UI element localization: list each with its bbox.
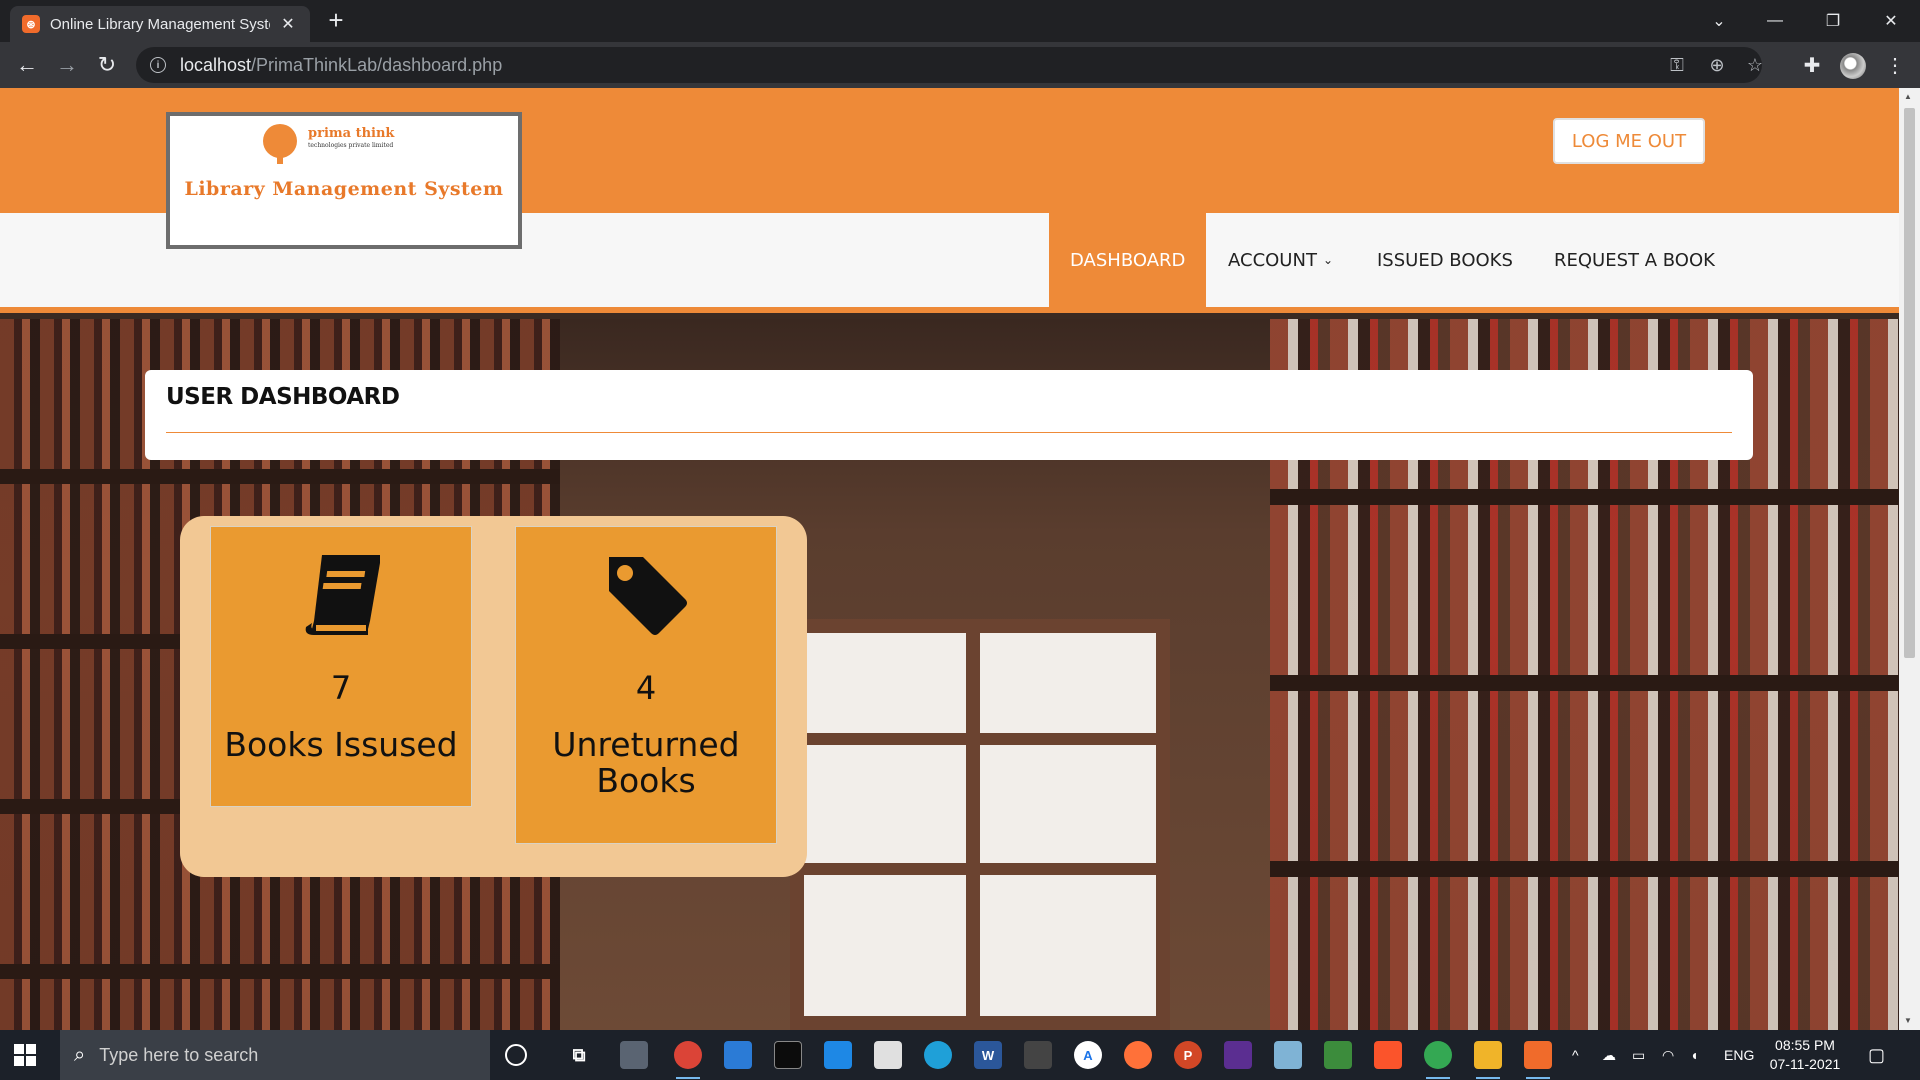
nav-dashboard-label: DASHBOARD [1070,249,1186,271]
book-icon [211,551,471,637]
address-bar[interactable]: i localhost/PrimaThinkLab/dashboard.php … [136,47,1763,83]
nav-issued-books-label: ISSUED BOOKS [1377,249,1513,271]
taskbar-search-placeholder: Type here to search [99,1044,259,1065]
nav-issued-books[interactable]: ISSUED BOOKS [1356,213,1534,307]
notifications-icon[interactable]: ▢ [1868,1030,1885,1080]
tab-title: Online Library Management System [50,15,270,33]
nav-request-book-label: REQUEST A BOOK [1554,249,1715,271]
nav-account[interactable]: ACCOUNT ⌄ [1207,213,1354,307]
scroll-thumb[interactable] [1904,108,1915,658]
browser-tab-bar: ⊛ Online Library Management System ✕ + ⌄… [0,0,1920,42]
nav-account-label: ACCOUNT [1228,249,1317,271]
vscode-icon[interactable] [824,1041,852,1069]
stat-card-books-issued[interactable]: 7 Books Issused [210,526,472,807]
brave-icon[interactable] [1374,1041,1402,1069]
unreturned-books-count: 4 [635,669,657,707]
books-issued-count: 7 [330,669,352,707]
taskbar-clock[interactable]: 08:55 PM 07-11-2021 [1760,1036,1850,1074]
forward-button[interactable]: → [52,50,82,80]
books-issued-label: Books Issused [224,725,458,764]
search-icon: ⌕ [74,1043,86,1066]
terminal-icon[interactable] [774,1041,802,1069]
laptop-app-icon[interactable] [724,1041,752,1069]
tab-search-icon[interactable]: ⌄ [1696,0,1742,42]
camera-icon[interactable] [1024,1041,1052,1069]
cortana-icon[interactable] [505,1044,527,1066]
logo-title: Library Management System [184,178,504,200]
stat-card-unreturned-books[interactable]: 4 Unreturned Books [515,526,777,844]
tag-icon [516,551,776,637]
xampp-taskbar-icon[interactable] [1524,1041,1552,1079]
unreturned-books-label: Unreturned Books [552,725,740,800]
chrome-icon[interactable] [674,1041,702,1079]
browser-tab[interactable]: ⊛ Online Library Management System ✕ [10,6,310,42]
onedrive-icon[interactable]: ☁ [1602,1030,1616,1080]
app-icon[interactable] [1274,1041,1302,1069]
page-title: USER DASHBOARD [166,384,400,410]
url-host: localhost [180,54,252,75]
dashboard-header-card: USER DASHBOARD [145,370,1753,460]
minimize-button[interactable]: — [1752,0,1798,42]
stats-panel: 7 Books Issused 4 Unreturned Books [180,516,807,877]
shop-window [790,619,1170,1030]
language-indicator[interactable]: ENG [1724,1030,1754,1080]
chrome-profile-icon[interactable] [1424,1041,1452,1079]
restore-button[interactable]: ❐ [1810,0,1856,42]
site-info-icon[interactable]: i [150,57,166,73]
nav-request-book[interactable]: REQUEST A BOOK [1533,213,1736,307]
notepad-icon[interactable] [874,1041,902,1069]
logo-brand: prima think [308,126,395,141]
extensions-icon[interactable]: ✚ [1797,50,1827,80]
taskbar-search-box[interactable]: ⌕ Type here to search [60,1030,490,1080]
app-circle-icon[interactable]: A [1074,1041,1102,1069]
lightbulb-icon [263,124,297,164]
spreadsheet-icon[interactable] [1324,1041,1352,1069]
nav-dashboard[interactable]: DASHBOARD [1049,213,1207,307]
edge-icon[interactable] [924,1041,952,1069]
close-tab-icon[interactable]: ✕ [278,14,298,34]
zoom-icon[interactable]: ⊕ [1706,55,1728,76]
xampp-icon: ⊛ [22,15,40,33]
wifi-icon[interactable]: ◠ [1662,1030,1674,1080]
battery-icon[interactable]: ▭ [1632,1030,1645,1080]
volume-icon[interactable]: ◖ [1690,1030,1698,1080]
logout-button[interactable]: LOG ME OUT [1553,118,1705,164]
close-window-button[interactable]: ✕ [1868,0,1914,42]
back-button[interactable]: ← [12,50,42,80]
task-view-icon[interactable]: ⧉ [565,1041,593,1069]
browser-toolbar: ← → ↻ i localhost/PrimaThinkLab/dashboar… [0,42,1920,88]
site-logo[interactable]: prima think technologies private limited… [166,112,522,249]
clock-time: 08:55 PM [1775,1037,1835,1053]
amazon-music-icon[interactable] [1224,1041,1252,1069]
file-explorer-icon[interactable] [1474,1041,1502,1079]
firefox-icon[interactable] [1124,1041,1152,1069]
clock-date: 07-11-2021 [1769,1056,1841,1072]
powerpoint-icon[interactable]: P [1174,1041,1202,1069]
key-icon[interactable]: ⚿ [1666,55,1688,76]
scroll-down-icon[interactable]: ▼ [1904,1016,1912,1025]
sql-app-icon[interactable] [620,1041,648,1069]
url-path: /PrimaThinkLab/dashboard.php [251,54,503,75]
word-icon[interactable]: W [974,1041,1002,1069]
windows-start-icon[interactable] [14,1044,36,1066]
menu-icon[interactable]: ⋮ [1880,50,1910,80]
web-page: prima think technologies private limited… [0,88,1899,1030]
new-tab-button[interactable]: + [318,6,354,36]
title-divider [166,432,1732,433]
tray-chevron-icon[interactable]: ^ [1572,1030,1579,1080]
logo-brand-sub: technologies private limited [308,142,394,149]
bookmark-star-icon[interactable]: ☆ [1744,55,1766,76]
windows-taskbar: ⌕ Type here to search ⧉ W A P ^ ☁ ▭ ◠ ◖ … [0,1030,1920,1080]
reload-button[interactable]: ↻ [92,50,122,80]
chevron-down-icon: ⌄ [1322,253,1333,267]
page-scrollbar[interactable]: ▲ ▼ [1899,88,1920,1030]
scroll-up-icon[interactable]: ▲ [1904,92,1912,101]
profile-avatar[interactable] [1840,53,1866,79]
